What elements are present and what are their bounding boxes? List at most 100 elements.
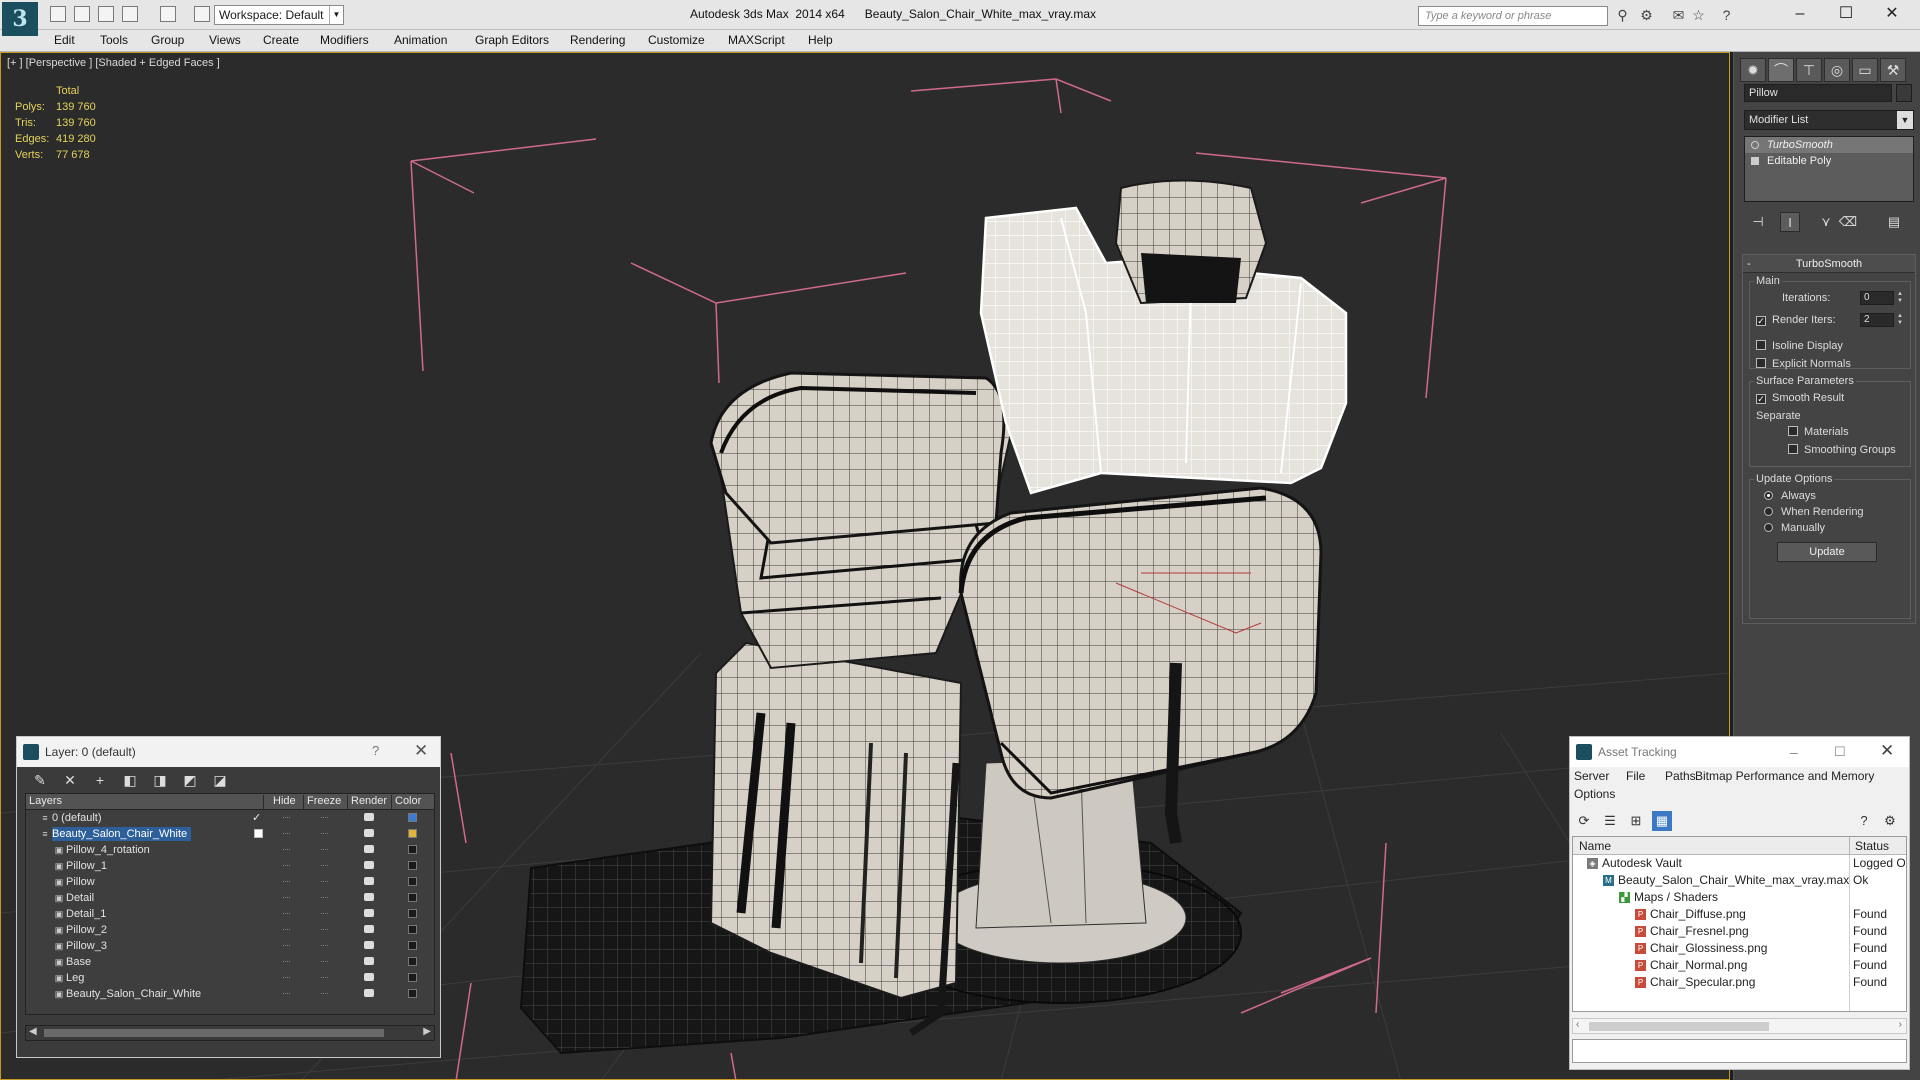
asset-dialog-titlebar[interactable]: Asset Tracking – ☐ ✕ xyxy=(1570,737,1909,767)
radio-icon[interactable] xyxy=(1764,507,1773,516)
new-file-icon[interactable] xyxy=(50,6,66,22)
minimize-button[interactable]: – xyxy=(1790,744,1798,760)
rollout-header[interactable]: - TurboSmooth xyxy=(1743,255,1915,273)
radio-icon[interactable] xyxy=(1764,523,1773,532)
column-color[interactable]: Color xyxy=(392,795,432,809)
close-button[interactable]: ✕ xyxy=(1880,741,1894,761)
render-teapot-icon[interactable] xyxy=(364,957,374,965)
select-objects-icon[interactable]: ◧ xyxy=(121,771,139,789)
layer-name[interactable]: Detail_1 xyxy=(66,907,110,921)
layer-color-swatch[interactable] xyxy=(408,893,417,902)
utilities-tab-icon[interactable]: ⚒ xyxy=(1880,58,1906,82)
freeze-toggle-icon[interactable]: ···· xyxy=(320,908,334,918)
menu-modifiers[interactable]: Modifiers xyxy=(320,33,369,47)
layer-color-swatch[interactable] xyxy=(408,957,417,966)
hide-toggle-icon[interactable]: ···· xyxy=(282,812,296,822)
asset-row[interactable]: ◈ Autodesk Vault Logged O xyxy=(1573,855,1906,872)
motion-tab-icon[interactable]: ◎ xyxy=(1824,58,1850,82)
viewport-label[interactable]: [+ ] [Perspective ] [Shaded + Edged Face… xyxy=(7,57,220,69)
hide-toggle-icon[interactable]: ···· xyxy=(282,940,296,950)
modifier-list-dropdown[interactable]: Modifier List ▼ xyxy=(1744,110,1914,130)
lightbulb-icon[interactable] xyxy=(1751,141,1759,149)
menu-views[interactable]: Views xyxy=(209,33,241,47)
checkbox-checked-icon[interactable]: ✓ xyxy=(1756,316,1766,326)
layer-color-swatch[interactable] xyxy=(408,877,417,886)
undo-icon[interactable] xyxy=(122,6,138,22)
active-layer-check-icon[interactable]: ✓ xyxy=(252,811,261,824)
make-unique-icon[interactable]: ⋎ xyxy=(1816,212,1836,232)
scroll-right-icon[interactable]: › xyxy=(1899,1019,1902,1030)
communication-icon[interactable]: ✉ xyxy=(1670,7,1687,24)
hide-toggle-icon[interactable]: ···· xyxy=(282,844,296,854)
freeze-toggle-icon[interactable]: ···· xyxy=(320,812,334,822)
asset-name[interactable]: Beauty_Salon_Chair_White_max_vray.max xyxy=(1618,873,1849,887)
search-input[interactable]: Type a keyword or phrase xyxy=(1418,6,1608,26)
workspace-dropdown[interactable]: Workspace: Default ▼ xyxy=(214,5,344,25)
render-teapot-icon[interactable] xyxy=(364,973,374,981)
spinner-arrows-icon[interactable]: ▲ ▼ xyxy=(1896,313,1904,327)
explicit-normals-checkbox[interactable]: Explicit Normals xyxy=(1756,358,1851,370)
hide-all-icon[interactable]: ◩ xyxy=(181,771,199,789)
hierarchy-tab-icon[interactable]: ⊤ xyxy=(1796,58,1822,82)
horizontal-scrollbar[interactable]: ◀ ▶ xyxy=(25,1025,435,1041)
redo-icon[interactable] xyxy=(160,6,176,22)
layer-name[interactable]: Pillow_2 xyxy=(66,923,111,937)
delete-layer-icon[interactable]: ✕ xyxy=(61,771,79,789)
menu-file[interactable]: File xyxy=(1626,769,1645,783)
asset-row[interactable]: M Beauty_Salon_Chair_White_max_vray.max Ok xyxy=(1573,872,1906,889)
hide-toggle-icon[interactable]: ···· xyxy=(282,876,296,886)
layer-name[interactable]: Leg xyxy=(66,971,88,985)
column-status[interactable]: Status xyxy=(1855,839,1889,853)
layer-row[interactable]: ▣ Pillow_3 ···· ···· xyxy=(26,938,434,954)
render-teapot-icon[interactable] xyxy=(364,989,374,997)
open-file-icon[interactable] xyxy=(74,6,90,22)
menu-bitmap-performance[interactable]: Bitmap Performance and Memory xyxy=(1695,769,1874,783)
render-teapot-icon[interactable] xyxy=(364,941,374,949)
horizontal-scrollbar[interactable]: ‹ › xyxy=(1572,1018,1907,1034)
render-teapot-icon[interactable] xyxy=(364,861,374,869)
menu-rendering[interactable]: Rendering xyxy=(570,33,625,47)
freeze-toggle-icon[interactable]: ···· xyxy=(320,828,334,838)
always-radio[interactable]: Always xyxy=(1764,490,1816,502)
layer-name[interactable]: Beauty_Salon_Chair_White xyxy=(52,827,192,841)
checkbox-checked-icon[interactable]: ✓ xyxy=(1756,394,1766,404)
hide-toggle-icon[interactable]: ···· xyxy=(282,860,296,870)
menu-create[interactable]: Create xyxy=(263,33,299,47)
spinner-arrows-icon[interactable]: ▲ ▼ xyxy=(1896,291,1904,305)
layer-color-swatch[interactable] xyxy=(408,989,417,998)
hide-toggle-icon[interactable]: ···· xyxy=(282,924,296,934)
column-name[interactable]: Name xyxy=(1579,839,1611,853)
maximize-button[interactable]: ☐ xyxy=(1824,3,1868,25)
layer-row[interactable]: ≡ 0 (default) ✓ ···· ···· xyxy=(26,810,434,826)
isoline-checkbox[interactable]: Isoline Display xyxy=(1756,340,1843,352)
expand-icon[interactable] xyxy=(1751,157,1759,165)
freeze-toggle-icon[interactable]: ···· xyxy=(320,844,334,854)
freeze-toggle-icon[interactable]: ···· xyxy=(320,956,334,966)
add-to-layer-icon[interactable]: + xyxy=(91,771,109,789)
table-view-icon[interactable]: ▦ xyxy=(1652,811,1672,831)
asset-name[interactable]: Chair_Specular.png xyxy=(1650,975,1755,989)
column-freeze[interactable]: Freeze xyxy=(304,795,348,809)
configure-sets-icon[interactable]: ▤ xyxy=(1884,212,1904,232)
freeze-toggle-icon[interactable]: ···· xyxy=(320,860,334,870)
chevron-down-icon[interactable]: ▼ xyxy=(1897,111,1913,129)
asset-name[interactable]: Maps / Shaders xyxy=(1634,890,1718,904)
layer-name[interactable]: Pillow_3 xyxy=(66,939,111,953)
asset-name[interactable]: Chair_Diffuse.png xyxy=(1650,907,1746,921)
render-teapot-icon[interactable] xyxy=(364,909,374,917)
subscription-icon[interactable]: ⚙ xyxy=(1638,7,1655,24)
stack-item-editable-poly[interactable]: Editable Poly xyxy=(1745,153,1913,169)
checkbox-icon[interactable] xyxy=(1756,340,1766,350)
chevron-down-icon[interactable]: ▼ xyxy=(329,6,343,24)
remove-modifier-icon[interactable]: ⌫ xyxy=(1838,212,1858,232)
layer-dialog-titlebar[interactable]: Layer: 0 (default) ? ✕ xyxy=(17,737,440,767)
display-tab-icon[interactable]: ▭ xyxy=(1852,58,1878,82)
render-iters-spinner[interactable]: 2 xyxy=(1860,313,1894,327)
freeze-toggle-icon[interactable]: ···· xyxy=(320,988,334,998)
render-teapot-icon[interactable] xyxy=(364,845,374,853)
layer-color-swatch[interactable] xyxy=(408,973,417,982)
layer-name[interactable]: Base xyxy=(66,955,95,969)
smoothing-groups-checkbox[interactable]: Smoothing Groups xyxy=(1788,444,1896,456)
new-layer-icon[interactable]: ✎ xyxy=(31,771,49,789)
hide-toggle-icon[interactable]: ···· xyxy=(282,972,296,982)
